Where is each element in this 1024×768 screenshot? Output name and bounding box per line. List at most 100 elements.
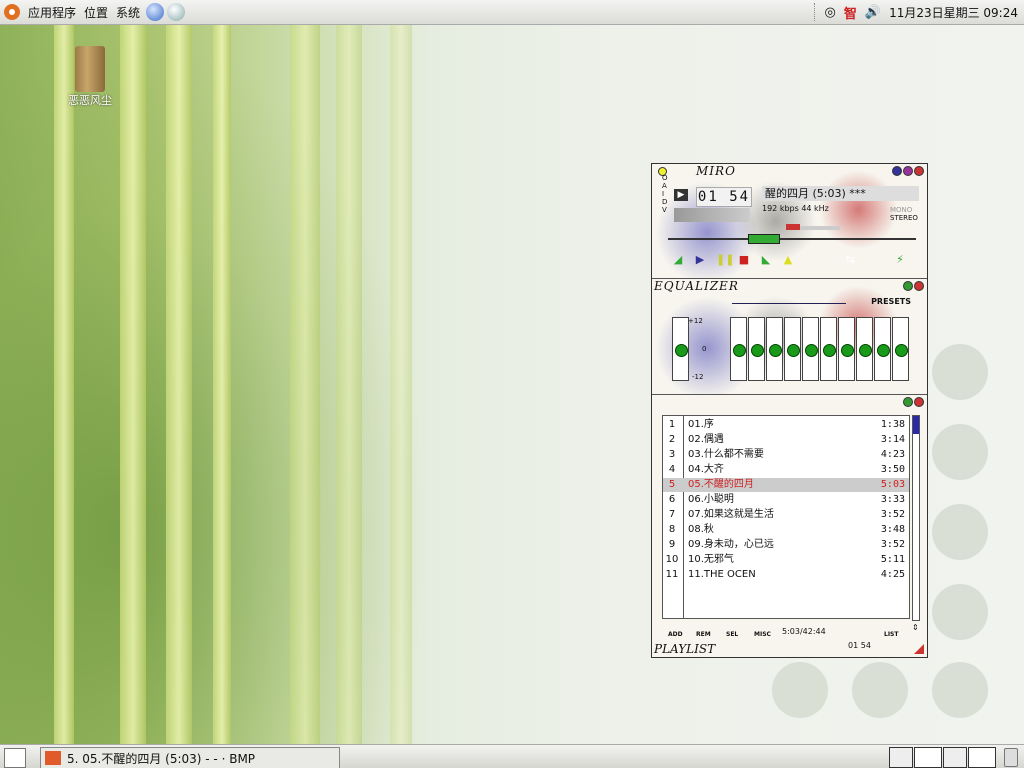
playlist-scrollbar[interactable] [912, 415, 920, 621]
presets-button[interactable]: PRESETS [871, 297, 911, 306]
equalizer-pane: EQUALIZER PRESETS +12 0 -12 [652, 279, 927, 395]
volume-knob[interactable] [786, 224, 800, 230]
close-icon[interactable] [914, 166, 924, 176]
eq-preamp-slider[interactable] [672, 317, 689, 381]
pause-icon[interactable]: ❚❚ [716, 254, 734, 266]
email-client-icon[interactable] [167, 3, 186, 21]
playlist-row[interactable]: 9 09.身未动，心已远 3:52 [663, 538, 909, 552]
ubuntu-logo-icon[interactable] [4, 4, 20, 20]
eq-shade-icon[interactable] [903, 281, 913, 291]
workspace-4[interactable] [968, 747, 996, 768]
playlist-row[interactable]: 7 07.如果这就是生活 3:52 [663, 508, 909, 522]
track-title: 11.THE OCEN [688, 569, 756, 580]
playlist-scroll-thumb[interactable] [913, 416, 919, 434]
eq-band-knob[interactable] [805, 344, 818, 357]
eq-band-knob[interactable] [787, 344, 800, 357]
playlist-row[interactable]: 5 05.不醒的四月 5:03 [663, 478, 909, 492]
input-method-indicator[interactable]: 智 [844, 3, 857, 22]
track-number: 9 [668, 539, 676, 550]
track-title: 08.秋 [688, 524, 714, 535]
track-title: 02.偶遇 [688, 434, 724, 445]
eq-band-slider[interactable] [802, 317, 819, 381]
workspace-1[interactable] [889, 747, 913, 768]
menu-places[interactable]: 位置 [84, 4, 108, 21]
eq-band-slider[interactable] [784, 317, 801, 381]
update-icon[interactable]: ◎ [825, 5, 836, 20]
eq-band-knob[interactable] [823, 344, 836, 357]
pl-shade-icon[interactable] [903, 397, 913, 407]
eq-band-slider[interactable] [838, 317, 855, 381]
workspace-3[interactable] [943, 747, 967, 768]
wallpaper-circle [932, 344, 988, 400]
wallpaper-bamboo [54, 24, 74, 748]
eq-band-slider[interactable] [748, 317, 765, 381]
mini-time[interactable]: 01 54 [848, 641, 871, 650]
playlist-remove-button[interactable]: REM [696, 631, 711, 638]
desktop-folder-icon[interactable]: 恶恶风尘 [60, 46, 120, 108]
eq-band-slider[interactable] [892, 317, 909, 381]
folder-icon [75, 46, 105, 92]
eq-band-knob[interactable] [751, 344, 764, 357]
volume-icon[interactable]: 🔊 [865, 5, 881, 20]
eject-icon[interactable]: ▲ [782, 254, 794, 266]
previous-icon[interactable]: ◢ [672, 254, 684, 266]
playlist-row[interactable]: 6 06.小聪明 3:33 [663, 493, 909, 507]
shuffle-icon[interactable]: ⇆ [844, 254, 856, 266]
playlist-row[interactable]: 10 10.无邪气 5:11 [663, 553, 909, 567]
menu-system[interactable]: 系统 [116, 4, 140, 21]
track-number: 10 [665, 554, 679, 565]
playlist-add-button[interactable]: ADD [668, 631, 683, 638]
repeat-icon[interactable]: ⚡ [894, 254, 906, 266]
resize-grip-icon[interactable] [914, 644, 924, 654]
eq-preamp-knob[interactable] [675, 344, 688, 357]
playlist-scroll-arrows[interactable]: ⇕ [912, 623, 919, 632]
playlist-list[interactable]: 1 01.序 1:38 2 02.偶遇 3:14 3 03.什么都不需要 4:23 4 04.大齐 3… [662, 415, 910, 619]
stop-icon[interactable]: ■ [738, 254, 750, 266]
playlist-row[interactable]: 11 11.THE OCEN 4:25 [663, 568, 909, 582]
song-title[interactable]: 醒的四月 (5:03) *** [762, 186, 919, 201]
playlist-row[interactable]: 3 03.什么都不需要 4:23 [663, 448, 909, 462]
eq-band-knob[interactable] [769, 344, 782, 357]
taskbar-item-player[interactable]: 5. 05.不醒的四月 (5:03) - - · BMP [40, 747, 340, 768]
trash-icon[interactable] [1004, 748, 1018, 767]
next-icon[interactable]: ◣ [760, 254, 772, 266]
eq-band-slider[interactable] [820, 317, 837, 381]
wallpaper-circle [772, 662, 828, 718]
elapsed-time[interactable]: 01 54 [696, 187, 752, 207]
seek-knob[interactable] [748, 234, 780, 244]
playlist-row[interactable]: 1 01.序 1:38 [663, 418, 909, 432]
playlist-select-button[interactable]: SEL [726, 631, 738, 638]
bitrate-info: 192 kbps 44 kHz [762, 204, 829, 213]
eq-band-knob[interactable] [733, 344, 746, 357]
eq-band-knob[interactable] [877, 344, 890, 357]
playlist-row[interactable]: 2 02.偶遇 3:14 [663, 433, 909, 447]
playlist-list-button[interactable]: LIST [884, 631, 898, 638]
seek-bar[interactable] [668, 238, 916, 240]
eq-band-slider[interactable] [874, 317, 891, 381]
playlist-misc-button[interactable]: MISC [754, 631, 771, 638]
playlist-row[interactable]: 4 04.大齐 3:50 [663, 463, 909, 477]
eq-plus-label: +12 [688, 317, 703, 325]
show-desktop-icon[interactable] [4, 748, 26, 768]
eq-band-knob[interactable] [841, 344, 854, 357]
eq-band-knob[interactable] [895, 344, 908, 357]
track-duration: 3:33 [880, 494, 905, 505]
play-icon[interactable]: ▶ [694, 254, 706, 266]
pl-close-icon[interactable] [914, 397, 924, 407]
workspace-2[interactable] [914, 747, 942, 768]
clock[interactable]: 11月23日星期三 09:24 [889, 4, 1018, 21]
eq-zero-label: 0 [702, 345, 707, 353]
visualizer[interactable] [674, 208, 750, 222]
eq-band-slider[interactable] [766, 317, 783, 381]
eq-band-knob[interactable] [859, 344, 872, 357]
clutter-bar[interactable]: O A I D V [662, 174, 670, 214]
shade-icon[interactable] [903, 166, 913, 176]
eq-band-slider[interactable] [730, 317, 747, 381]
web-browser-icon[interactable] [146, 3, 165, 21]
eq-close-icon[interactable] [914, 281, 924, 291]
eq-band-slider[interactable] [856, 317, 873, 381]
skin-title: MIRO [696, 164, 736, 178]
minimize-icon[interactable] [892, 166, 902, 176]
playlist-row[interactable]: 8 08.秋 3:48 [663, 523, 909, 537]
menu-applications[interactable]: 应用程序 [28, 4, 76, 21]
